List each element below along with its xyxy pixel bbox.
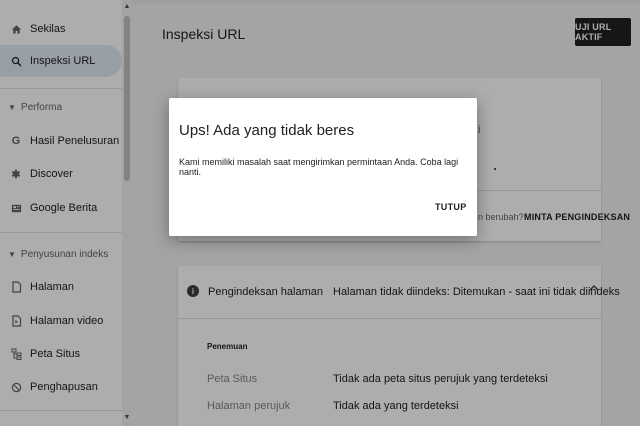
dialog-message: Kami memiliki masalah saat mengirimkan p… — [179, 157, 459, 177]
dialog-title: Ups! Ada yang tidak beres — [179, 122, 355, 139]
error-dialog: Ups! Ada yang tidak beres Kami memiliki … — [169, 98, 477, 236]
close-button[interactable]: TUTUP — [429, 198, 473, 216]
